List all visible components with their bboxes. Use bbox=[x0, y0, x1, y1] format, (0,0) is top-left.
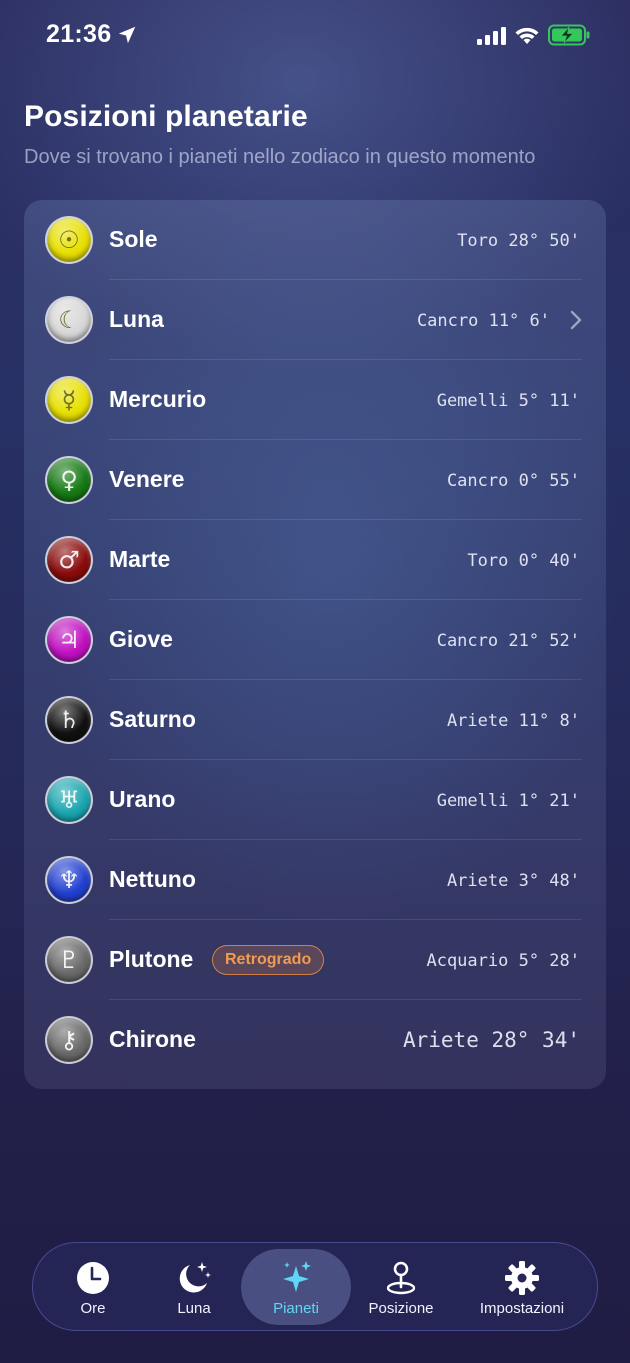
planet-glyph: ☾ bbox=[58, 306, 80, 334]
planet-glyph: ☿ bbox=[61, 386, 77, 414]
planet-row-mercurio[interactable]: ☿ Mercurio Gemelli 5° 11' bbox=[24, 360, 606, 440]
planet-row-plutone[interactable]: ♇ Plutone Retrogrado Acquario 5° 28' bbox=[24, 920, 606, 1000]
chevron-right-icon bbox=[570, 310, 582, 330]
planet-position: Ariete 3° 48' bbox=[446, 871, 580, 891]
moon-stars-icon bbox=[175, 1259, 213, 1297]
planet-name: Chirone bbox=[109, 1026, 196, 1052]
clock-icon bbox=[74, 1259, 112, 1297]
tab-label: Luna bbox=[177, 1300, 211, 1317]
saturn-icon: ♄ bbox=[47, 698, 91, 742]
planet-position: Ariete 11° 8' bbox=[446, 711, 580, 731]
cellular-signal-icon bbox=[477, 27, 506, 45]
venus-icon: ♀ bbox=[47, 458, 91, 502]
planet-row-luna[interactable]: ☾ Luna Cancro 11° 6' bbox=[24, 280, 606, 360]
tab-pianeti[interactable]: Pianeti bbox=[241, 1249, 351, 1325]
page-title: Posizioni planetarie bbox=[24, 100, 308, 133]
tab-label: Posizione bbox=[368, 1300, 434, 1317]
status-time: 21:36 bbox=[46, 20, 112, 48]
battery-charging-icon bbox=[548, 24, 590, 46]
planet-position: Ariete 28° 34' bbox=[402, 1028, 580, 1052]
planet-position: Gemelli 5° 11' bbox=[436, 391, 580, 411]
gear-icon bbox=[503, 1259, 541, 1297]
planets-list: ☉ Sole Toro 28° 50' ☾ Luna Cancro 11° 6' ☿ Merc… bbox=[24, 200, 606, 1089]
planet-name: Urano bbox=[109, 786, 176, 812]
tab-label: Ore bbox=[80, 1300, 106, 1317]
jupiter-icon: ♃ bbox=[47, 618, 91, 662]
sun-icon: ☉ bbox=[47, 218, 91, 262]
retrograde-badge: Retrogrado bbox=[212, 945, 325, 975]
moon-icon: ☾ bbox=[47, 298, 91, 342]
planet-position: Cancro 0° 55' bbox=[446, 471, 580, 491]
planet-position: Toro 28° 50' bbox=[457, 231, 580, 251]
planet-glyph: ♄ bbox=[58, 706, 80, 734]
tab-ore[interactable]: Ore bbox=[38, 1249, 148, 1325]
planet-row-giove[interactable]: ♃ Giove Cancro 21° 52' bbox=[24, 600, 606, 680]
planet-glyph: ♃ bbox=[58, 626, 80, 654]
tab-label: Impostazioni bbox=[479, 1300, 565, 1317]
planet-position: Cancro 21° 52' bbox=[436, 631, 580, 651]
planet-row-saturno[interactable]: ♄ Saturno Ariete 11° 8' bbox=[24, 680, 606, 760]
pluto-icon: ♇ bbox=[47, 938, 91, 982]
tab-luna[interactable]: Luna bbox=[139, 1249, 249, 1325]
planet-name: Marte bbox=[109, 546, 171, 572]
location-arrow-icon bbox=[118, 26, 136, 44]
planet-name: Giove bbox=[109, 626, 173, 652]
mars-icon: ♂ bbox=[47, 538, 91, 582]
sparkles-icon bbox=[277, 1259, 315, 1297]
planet-glyph: ♀ bbox=[60, 466, 78, 494]
planet-name: Plutone bbox=[109, 946, 194, 972]
wifi-icon bbox=[515, 27, 539, 44]
tab-impostazioni[interactable]: Impostazioni bbox=[467, 1249, 577, 1325]
planet-position: Gemelli 1° 21' bbox=[436, 791, 580, 811]
planet-glyph: ⚷ bbox=[60, 1026, 78, 1054]
planet-position: Toro 0° 40' bbox=[467, 551, 580, 571]
planet-name: Mercurio bbox=[109, 386, 207, 412]
location-pin-icon bbox=[382, 1259, 420, 1297]
planet-name: Nettuno bbox=[109, 866, 196, 892]
mercury-icon: ☿ bbox=[47, 378, 91, 422]
planet-name: Sole bbox=[109, 226, 158, 252]
planet-name: Luna bbox=[109, 306, 164, 332]
planet-glyph: ♆ bbox=[58, 866, 80, 894]
status-bar: 21:36 bbox=[0, 0, 630, 70]
planet-row-urano[interactable]: ♅ Urano Gemelli 1° 21' bbox=[24, 760, 606, 840]
chiron-icon: ⚷ bbox=[47, 1018, 91, 1062]
planet-glyph: ♇ bbox=[58, 946, 80, 974]
planet-row-marte[interactable]: ♂ Marte Toro 0° 40' bbox=[24, 520, 606, 600]
planet-glyph: ☉ bbox=[58, 226, 80, 254]
planet-name: Saturno bbox=[109, 706, 196, 732]
planet-row-venere[interactable]: ♀ Venere Cancro 0° 55' bbox=[24, 440, 606, 520]
planet-name: Venere bbox=[109, 466, 185, 492]
tab-posizione[interactable]: Posizione bbox=[346, 1249, 456, 1325]
planet-row-nettuno[interactable]: ♆ Nettuno Ariete 3° 48' bbox=[24, 840, 606, 920]
uranus-icon: ♅ bbox=[47, 778, 91, 822]
page-subtitle: Dove si trovano i pianeti nello zodiaco … bbox=[24, 146, 536, 168]
planet-position: Acquario 5° 28' bbox=[426, 951, 580, 971]
planet-glyph: ♅ bbox=[58, 786, 80, 814]
tab-bar: Ore Luna Pianeti Posizione Impostazioni bbox=[32, 1242, 598, 1331]
planet-row-sole[interactable]: ☉ Sole Toro 28° 50' bbox=[24, 200, 606, 280]
neptune-icon: ♆ bbox=[47, 858, 91, 902]
planet-row-chirone[interactable]: ⚷ Chirone Ariete 28° 34' bbox=[24, 1000, 606, 1080]
tab-label: Pianeti bbox=[273, 1300, 319, 1317]
planet-glyph: ♂ bbox=[58, 546, 80, 574]
planet-position: Cancro 11° 6' bbox=[416, 311, 550, 331]
